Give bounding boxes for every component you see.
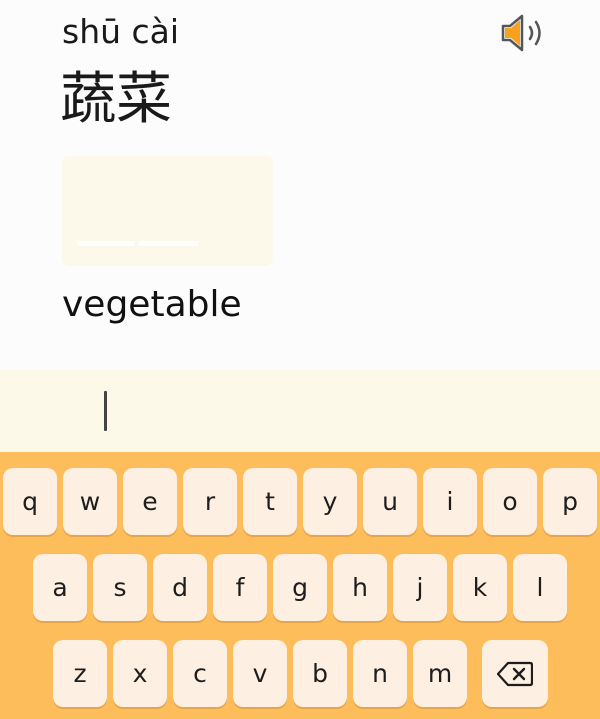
key-x[interactable]: x: [113, 640, 167, 707]
key-b[interactable]: b: [293, 640, 347, 707]
answer-input[interactable]: [0, 370, 600, 452]
key-m[interactable]: m: [413, 640, 467, 707]
key-e[interactable]: e: [123, 468, 177, 535]
key-s[interactable]: s: [93, 554, 147, 621]
text-caret: [104, 391, 107, 431]
hanzi-text: 蔬菜: [60, 67, 172, 132]
key-o[interactable]: o: [483, 468, 537, 535]
key-t[interactable]: t: [243, 468, 297, 535]
key-n[interactable]: n: [353, 640, 407, 707]
key-k[interactable]: k: [453, 554, 507, 621]
keyboard: q w e r t y u i o p a s d f g h j k l z …: [0, 452, 600, 719]
backspace-button[interactable]: [482, 640, 548, 707]
key-g[interactable]: g: [273, 554, 327, 621]
pinyin-text: shū cài: [62, 12, 180, 51]
image-placeholder: [62, 156, 273, 266]
key-i[interactable]: i: [423, 468, 477, 535]
key-z[interactable]: z: [53, 640, 107, 707]
key-u[interactable]: u: [363, 468, 417, 535]
key-f[interactable]: f: [213, 554, 267, 621]
key-a[interactable]: a: [33, 554, 87, 621]
key-d[interactable]: d: [153, 554, 207, 621]
key-j[interactable]: j: [393, 554, 447, 621]
key-v[interactable]: v: [233, 640, 287, 707]
meaning-text: vegetable: [62, 284, 242, 325]
key-h[interactable]: h: [333, 554, 387, 621]
backspace-icon: [497, 661, 533, 686]
key-q[interactable]: q: [3, 468, 57, 535]
key-w[interactable]: w: [63, 468, 117, 535]
key-l[interactable]: l: [513, 554, 567, 621]
key-c[interactable]: c: [173, 640, 227, 707]
key-r[interactable]: r: [183, 468, 237, 535]
placeholder-line: [138, 241, 199, 246]
placeholder-line: [77, 241, 135, 246]
speaker-icon[interactable]: [498, 8, 552, 58]
key-p[interactable]: p: [543, 468, 597, 535]
key-y[interactable]: y: [303, 468, 357, 535]
